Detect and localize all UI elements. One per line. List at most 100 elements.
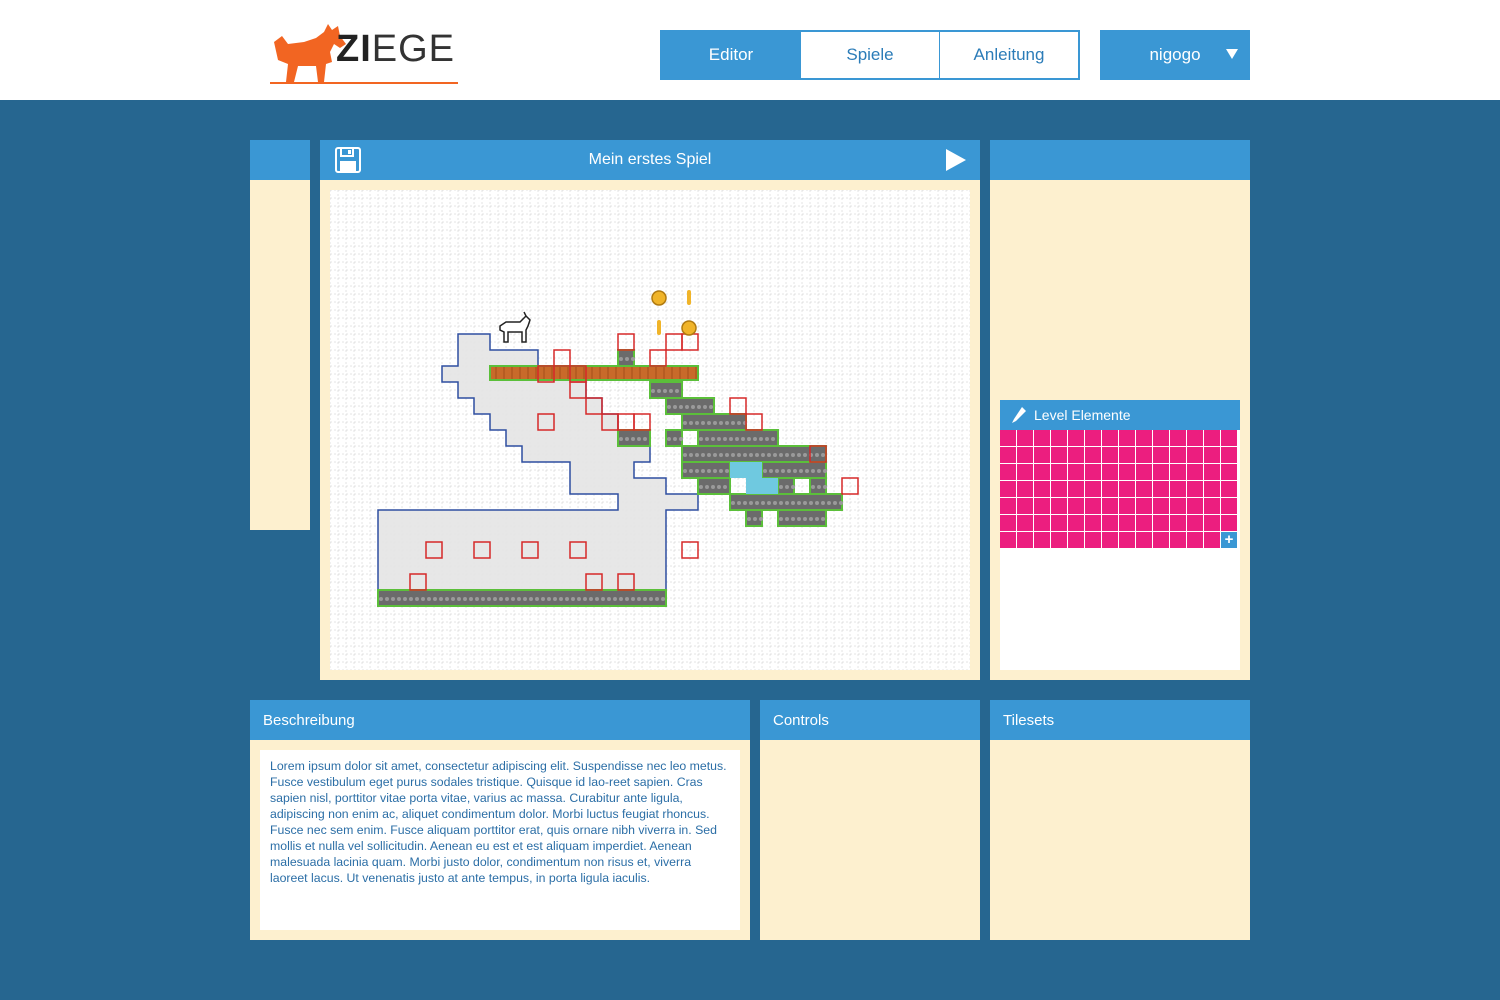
level-element-tile[interactable]	[1136, 430, 1152, 446]
level-element-tile[interactable]	[1017, 498, 1033, 514]
level-element-tile[interactable]	[1068, 498, 1084, 514]
level-element-tile[interactable]	[1136, 464, 1152, 480]
level-element-tile[interactable]	[1000, 515, 1016, 531]
level-element-tile[interactable]	[1085, 498, 1101, 514]
level-element-tile[interactable]	[1068, 464, 1084, 480]
level-element-tile[interactable]	[1017, 532, 1033, 548]
level-element-tile[interactable]	[1153, 464, 1169, 480]
level-element-tile[interactable]	[1170, 481, 1186, 497]
level-element-tile[interactable]	[1119, 515, 1135, 531]
level-element-tile[interactable]	[1102, 481, 1118, 497]
level-element-tile[interactable]	[1153, 515, 1169, 531]
level-element-tile[interactable]	[1119, 498, 1135, 514]
level-element-tile[interactable]	[1102, 464, 1118, 480]
level-element-tile[interactable]	[1187, 447, 1203, 463]
level-element-tile[interactable]	[1034, 447, 1050, 463]
level-element-tile[interactable]	[1068, 447, 1084, 463]
level-element-tile[interactable]	[1187, 498, 1203, 514]
level-element-tile[interactable]	[1034, 464, 1050, 480]
tab-editor[interactable]: Editor	[662, 32, 801, 78]
level-element-tile[interactable]	[1034, 430, 1050, 446]
chevron-down-icon[interactable]	[1226, 49, 1238, 59]
level-element-tile[interactable]	[1119, 430, 1135, 446]
level-element-tile[interactable]	[1102, 430, 1118, 446]
level-element-tile[interactable]	[1051, 464, 1067, 480]
level-element-tile[interactable]	[1170, 464, 1186, 480]
level-element-tile[interactable]	[1204, 464, 1220, 480]
level-element-tile[interactable]	[1068, 532, 1084, 548]
level-element-tile[interactable]	[1085, 481, 1101, 497]
level-element-tile[interactable]	[1136, 498, 1152, 514]
level-element-tile[interactable]	[1102, 498, 1118, 514]
level-element-tile[interactable]	[1136, 481, 1152, 497]
level-element-tile[interactable]	[1034, 532, 1050, 548]
level-element-tile[interactable]	[1204, 498, 1220, 514]
level-element-tile[interactable]	[1170, 447, 1186, 463]
tab-anleitung[interactable]: Anleitung	[940, 32, 1078, 78]
level-element-tile[interactable]	[1153, 447, 1169, 463]
level-map[interactable]	[330, 190, 970, 670]
level-element-tile[interactable]	[1221, 481, 1237, 497]
level-element-tile[interactable]	[1034, 481, 1050, 497]
level-element-tile[interactable]	[1085, 464, 1101, 480]
level-element-tile[interactable]	[1017, 430, 1033, 446]
level-element-tile[interactable]	[1017, 481, 1033, 497]
level-element-tile[interactable]	[1085, 430, 1101, 446]
level-element-tile[interactable]	[1153, 498, 1169, 514]
level-element-tile[interactable]	[1204, 481, 1220, 497]
level-element-tile[interactable]	[1170, 498, 1186, 514]
level-element-tile[interactable]	[1085, 515, 1101, 531]
level-element-tile[interactable]	[1170, 532, 1186, 548]
level-element-tile[interactable]	[1085, 447, 1101, 463]
description-text[interactable]: Lorem ipsum dolor sit amet, consectetur …	[260, 750, 740, 930]
level-element-tile[interactable]	[1017, 515, 1033, 531]
level-element-tile[interactable]	[1051, 515, 1067, 531]
level-element-tile[interactable]	[1051, 447, 1067, 463]
level-element-tile[interactable]	[1187, 464, 1203, 480]
level-element-tile[interactable]	[1051, 481, 1067, 497]
level-element-tile[interactable]	[1000, 464, 1016, 480]
level-element-tile[interactable]	[1102, 447, 1118, 463]
level-element-tile[interactable]	[1187, 532, 1203, 548]
level-element-tile[interactable]	[1187, 481, 1203, 497]
level-element-tile[interactable]	[1119, 481, 1135, 497]
level-element-tile[interactable]	[1051, 430, 1067, 446]
level-element-tile[interactable]	[1068, 481, 1084, 497]
level-element-tile[interactable]	[1187, 430, 1203, 446]
level-element-tile[interactable]	[1000, 481, 1016, 497]
add-element-button[interactable]: +	[1221, 532, 1237, 548]
level-element-tile[interactable]	[1170, 430, 1186, 446]
level-element-tile[interactable]	[1034, 498, 1050, 514]
level-element-tile[interactable]	[1204, 515, 1220, 531]
level-element-tile[interactable]	[1068, 430, 1084, 446]
level-element-tile[interactable]	[1119, 464, 1135, 480]
level-element-tile[interactable]	[1187, 515, 1203, 531]
level-element-tile[interactable]	[1000, 532, 1016, 548]
level-element-tile[interactable]	[1102, 515, 1118, 531]
level-element-tile[interactable]	[1051, 532, 1067, 548]
level-element-tile[interactable]	[1153, 532, 1169, 548]
user-menu-button[interactable]: nigogo	[1100, 30, 1250, 80]
level-element-tile[interactable]	[1204, 430, 1220, 446]
level-element-tile[interactable]	[1153, 430, 1169, 446]
level-element-tile[interactable]	[1085, 532, 1101, 548]
level-element-tile[interactable]	[1221, 430, 1237, 446]
level-element-tile[interactable]	[1034, 515, 1050, 531]
level-element-tile[interactable]	[1119, 447, 1135, 463]
level-canvas[interactable]	[330, 190, 970, 670]
level-element-tile[interactable]	[1102, 532, 1118, 548]
level-element-tile[interactable]	[1136, 515, 1152, 531]
level-element-tile[interactable]	[1119, 532, 1135, 548]
level-element-tile[interactable]	[1000, 430, 1016, 446]
level-element-tile[interactable]	[1221, 464, 1237, 480]
save-icon[interactable]	[335, 147, 361, 173]
play-icon[interactable]	[946, 149, 966, 171]
level-element-tile[interactable]	[1000, 498, 1016, 514]
level-element-tile[interactable]	[1204, 447, 1220, 463]
level-element-tile[interactable]	[1136, 532, 1152, 548]
level-element-tile[interactable]	[1017, 447, 1033, 463]
level-element-tile[interactable]	[1017, 464, 1033, 480]
level-element-tile[interactable]	[1051, 498, 1067, 514]
level-element-tile[interactable]	[1204, 532, 1220, 548]
level-element-tile[interactable]	[1000, 447, 1016, 463]
